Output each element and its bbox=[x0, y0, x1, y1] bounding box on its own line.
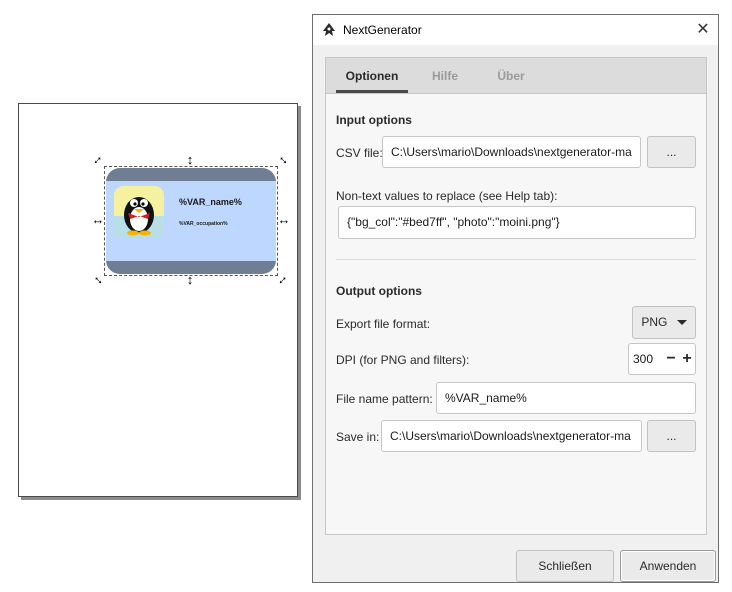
document-page bbox=[18, 103, 298, 497]
dpi-stepper: 300 − + bbox=[628, 343, 696, 375]
export-format-value: PNG bbox=[641, 315, 668, 329]
card-name-text: %VAR_name% bbox=[179, 197, 242, 207]
save-in-field[interactable]: C:\Users\mario\Downloads\nextgenerator-m… bbox=[381, 420, 642, 452]
chevron-down-icon bbox=[676, 320, 687, 326]
csv-browse-button[interactable]: ... bbox=[647, 136, 696, 168]
output-options-heading: Output options bbox=[336, 284, 422, 298]
tab-uber[interactable]: Über bbox=[489, 58, 533, 93]
card-occupation-text: %VAR_occupation% bbox=[179, 221, 228, 227]
csv-file-field[interactable]: C:\Users\mario\Downloads\nextgenerator-m… bbox=[382, 136, 641, 168]
inkscape-logo-icon bbox=[323, 23, 335, 36]
csv-file-label: CSV file: bbox=[336, 146, 383, 160]
tab-bar: Optionen Hilfe Über bbox=[325, 57, 707, 93]
canvas-area[interactable]: %VAR_name% %VAR_occupation% ↕ ↕ ↕ ↔ ↔ ↕ … bbox=[0, 0, 310, 592]
anwenden-button[interactable]: Anwenden bbox=[620, 550, 716, 582]
nontext-values-label: Non-text values to replace (see Help tab… bbox=[336, 189, 558, 203]
penguin-icon bbox=[114, 186, 164, 238]
file-name-pattern-label: File name pattern: bbox=[336, 392, 433, 406]
title-bar[interactable]: NextGenerator ✕ bbox=[313, 15, 718, 45]
dpi-decrement-button[interactable]: − bbox=[663, 344, 679, 374]
section-divider bbox=[336, 259, 696, 260]
input-options-heading: Input options bbox=[336, 113, 412, 127]
file-name-pattern-field[interactable]: %VAR_name% bbox=[436, 382, 696, 414]
tab-optionen[interactable]: Optionen bbox=[336, 58, 408, 93]
scale-handle-bottom-icon[interactable]: ↕ bbox=[183, 273, 197, 287]
nontext-values-field[interactable]: {"bg_col":"#bed7ff", "photo":"moini.png"… bbox=[338, 206, 696, 239]
export-format-select[interactable]: PNG bbox=[632, 306, 696, 339]
dpi-value[interactable]: 300 bbox=[633, 344, 653, 374]
options-panel: Input options CSV file: C:\Users\mario\D… bbox=[325, 93, 707, 535]
card-photo bbox=[114, 186, 164, 238]
scale-handle-left-icon[interactable]: ↔ bbox=[91, 213, 105, 227]
card-top-band bbox=[106, 168, 276, 181]
window-title: NextGenerator bbox=[343, 23, 422, 37]
dpi-label: DPI (for PNG and filters): bbox=[336, 353, 470, 367]
schliessen-button[interactable]: Schließen bbox=[516, 550, 614, 582]
export-format-label: Export file format: bbox=[336, 317, 431, 331]
dpi-increment-button[interactable]: + bbox=[679, 344, 695, 374]
nextgenerator-dialog: NextGenerator ✕ Optionen Hilfe Über Inpu… bbox=[312, 14, 719, 583]
save-in-label: Save in: bbox=[336, 430, 380, 444]
close-icon[interactable]: ✕ bbox=[688, 15, 718, 45]
scale-handle-right-icon[interactable]: ↔ bbox=[277, 213, 291, 227]
tab-hilfe[interactable]: Hilfe bbox=[420, 58, 470, 93]
name-card[interactable]: %VAR_name% %VAR_occupation% bbox=[106, 168, 276, 274]
save-browse-button[interactable]: ... bbox=[647, 420, 696, 452]
scale-handle-top-icon[interactable]: ↕ bbox=[183, 153, 197, 167]
